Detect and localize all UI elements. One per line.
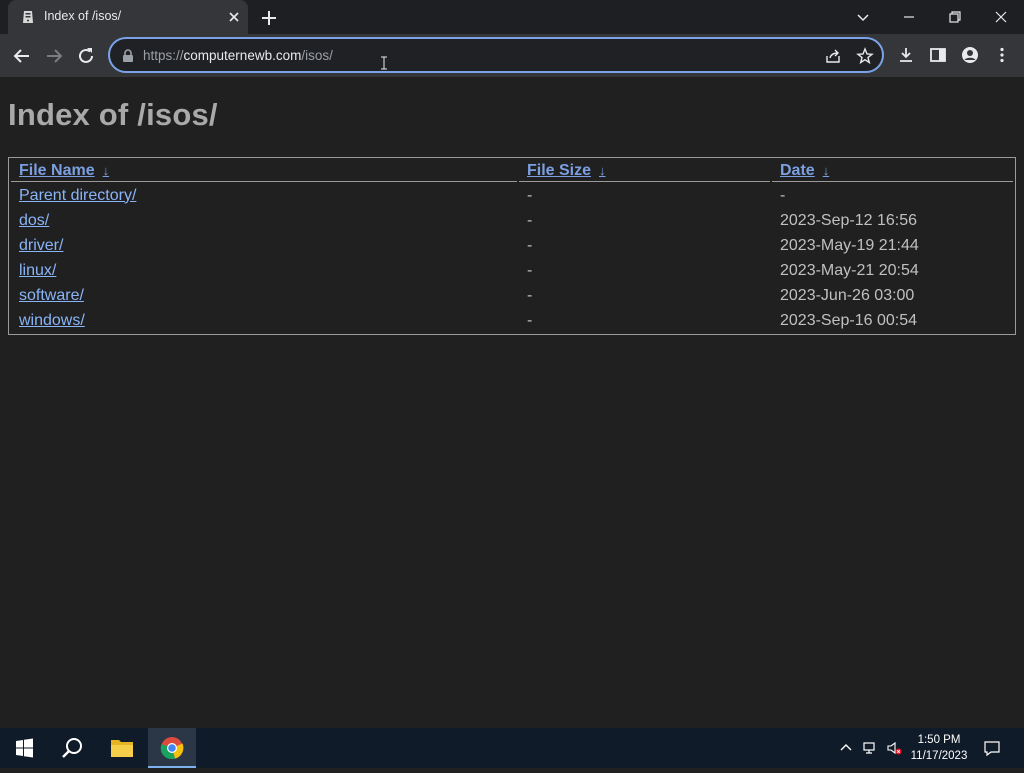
file-name-cell: windows/ xyxy=(11,309,517,332)
column-header-name: File Name ↓ xyxy=(11,160,517,182)
search-icon[interactable] xyxy=(48,728,96,768)
kebab-menu-icon[interactable] xyxy=(993,46,1011,64)
sort-by-size-link[interactable]: File Size xyxy=(527,162,591,179)
file-name-cell: Parent directory/ xyxy=(11,184,517,207)
file-explorer-icon[interactable] xyxy=(98,728,146,768)
profile-icon[interactable] xyxy=(961,46,979,64)
table-row: dos/ - 2023-Sep-12 16:56 xyxy=(11,209,1013,232)
file-date-cell: 2023-Sep-16 00:54 xyxy=(780,311,917,329)
page-content: Index of /isos/ File Name ↓ File Size ↓ Da… xyxy=(0,77,1024,728)
file-date-cell: 2023-Sep-12 16:56 xyxy=(780,211,917,229)
column-name-label: File Name xyxy=(19,162,95,179)
tab-title: Index of /isos/ xyxy=(44,9,122,23)
page-title: Index of /isos/ xyxy=(8,97,218,132)
windows-taskbar: 1:50 PM 11/17/2023 xyxy=(0,728,1024,768)
volume-muted-icon[interactable] xyxy=(886,740,902,756)
sort-arrow-icon[interactable]: ↓ xyxy=(599,163,606,178)
table-row: software/ - 2023-Jun-26 03:00 xyxy=(11,284,1013,307)
file-name-cell: driver/ xyxy=(11,234,517,257)
file-date-cell: - xyxy=(780,186,786,204)
chevron-up-icon[interactable] xyxy=(838,740,854,756)
file-size-cell: - xyxy=(527,261,533,279)
clock-time: 1:50 PM xyxy=(917,734,961,746)
new-tab-button[interactable] xyxy=(258,7,280,29)
table-row: driver/ - 2023-May-19 21:44 xyxy=(11,234,1013,257)
file-date-cell: 2023-May-19 21:44 xyxy=(780,236,919,254)
file-size-cell: - xyxy=(527,186,533,204)
minimize-button[interactable] xyxy=(898,6,920,28)
file-listing-table: File Name ↓ File Size ↓ Date ↓ Parent direc… xyxy=(8,157,1016,335)
taskbar-clock[interactable]: 1:50 PM 11/17/2023 xyxy=(904,732,974,764)
windows-start-icon[interactable] xyxy=(0,728,48,768)
table-row: Parent directory/ - - xyxy=(11,184,1013,207)
column-header-size: File Size ↓ xyxy=(519,160,770,182)
server-tower-icon xyxy=(23,11,33,23)
clock-date: 11/17/2023 xyxy=(910,750,968,762)
sort-arrow-icon[interactable]: ↓ xyxy=(823,163,830,178)
notification-center-icon[interactable] xyxy=(983,739,1001,757)
directory-link[interactable]: windows/ xyxy=(19,312,85,329)
sort-by-date-link[interactable]: Date xyxy=(780,162,815,179)
column-date-label: Date xyxy=(780,162,815,179)
tab-active[interactable]: Index of /isos/ xyxy=(8,0,248,34)
url-path: /isos/ xyxy=(301,48,333,63)
file-size-cell: - xyxy=(527,286,533,304)
file-size-cell: - xyxy=(527,236,533,254)
sort-by-name-link[interactable]: File Name xyxy=(19,162,95,179)
network-icon[interactable] xyxy=(862,740,878,756)
directory-link[interactable]: software/ xyxy=(19,287,84,304)
share-icon[interactable] xyxy=(824,47,842,65)
directory-link[interactable]: driver/ xyxy=(19,237,63,254)
text-cursor-icon xyxy=(381,56,387,70)
directory-link[interactable]: linux/ xyxy=(19,262,56,279)
tab-strip: Index of /isos/ xyxy=(0,0,1024,34)
file-name-cell: linux/ xyxy=(11,259,517,282)
file-date-cell: 2023-Jun-26 03:00 xyxy=(780,286,915,304)
file-size-cell: - xyxy=(527,311,533,329)
download-icon[interactable] xyxy=(897,46,915,64)
directory-link[interactable]: dos/ xyxy=(19,212,49,229)
tab-search-chevron-icon[interactable] xyxy=(852,6,874,28)
directory-link[interactable]: Parent directory/ xyxy=(19,187,136,204)
close-tab-icon[interactable] xyxy=(226,9,242,25)
star-icon[interactable] xyxy=(856,47,874,65)
table-row: windows/ - 2023-Sep-16 00:54 xyxy=(11,309,1013,332)
arrow-left-icon[interactable] xyxy=(10,44,34,68)
file-name-cell: software/ xyxy=(11,284,517,307)
column-size-label: File Size xyxy=(527,162,592,179)
column-header-date: Date ↓ xyxy=(772,160,1013,182)
sort-arrow-icon[interactable]: ↓ xyxy=(103,163,110,178)
url-scheme: https:// xyxy=(143,48,184,63)
arrow-right-icon[interactable] xyxy=(42,44,66,68)
address-bar[interactable]: https://computernewb.com/isos/ xyxy=(108,37,884,73)
side-panel-icon[interactable] xyxy=(929,46,947,64)
file-date-cell: 2023-May-21 20:54 xyxy=(780,261,919,279)
chrome-icon xyxy=(160,737,184,760)
file-name-cell: dos/ xyxy=(11,209,517,232)
close-window-button[interactable] xyxy=(990,6,1012,28)
url-text[interactable]: https://computernewb.com/isos/ xyxy=(143,48,333,63)
restore-button[interactable] xyxy=(944,6,966,28)
url-host: computernewb.com xyxy=(183,48,302,63)
chrome-taskbar-button[interactable] xyxy=(148,728,196,768)
table-row: linux/ - 2023-May-21 20:54 xyxy=(11,259,1013,282)
lock-icon[interactable] xyxy=(122,49,134,63)
file-size-cell: - xyxy=(527,211,533,229)
table-header-row: File Name ↓ File Size ↓ Date ↓ xyxy=(11,160,1013,182)
reload-icon[interactable] xyxy=(74,44,98,68)
